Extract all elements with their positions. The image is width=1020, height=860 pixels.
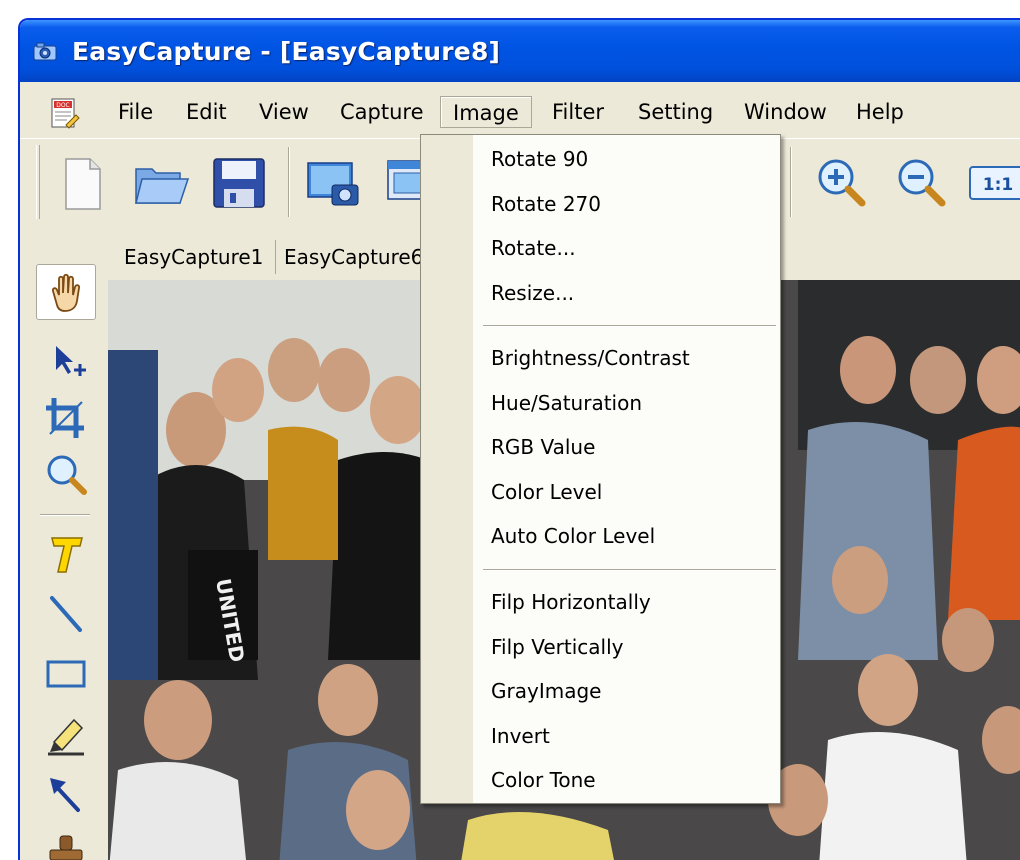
- app-icon[interactable]: [32, 40, 60, 64]
- tool-palette: [20, 224, 106, 860]
- menu-image[interactable]: Image: [440, 96, 532, 128]
- menu-edit[interactable]: Edit: [174, 96, 239, 128]
- menu-item-grayimage[interactable]: GrayImage: [473, 671, 780, 711]
- capture-screen-icon[interactable]: [302, 153, 364, 213]
- menu-item-hue-saturation[interactable]: Hue/Saturation: [473, 383, 780, 423]
- crop-icon[interactable]: [36, 390, 96, 446]
- arrow-tool-icon[interactable]: [36, 766, 96, 822]
- image-menu-dropdown: Rotate 90 Rotate 270 Rotate... Resize... Bri…: [420, 134, 781, 804]
- menu-item-color-level[interactable]: Color Level: [473, 472, 780, 512]
- menu-item-filp-horizontally[interactable]: Filp Horizontally: [473, 582, 780, 622]
- toolbar-grip[interactable]: [36, 145, 40, 219]
- title-bar[interactable]: EasyCapture - [EasyCapture8]: [20, 20, 1020, 82]
- open-folder-icon[interactable]: [130, 153, 192, 213]
- palette-separator: [40, 514, 90, 516]
- menu-item-resize[interactable]: Resize...: [473, 273, 780, 313]
- toolbar-separator: [790, 147, 792, 217]
- toolbar-separator: [288, 147, 290, 217]
- doc-tab-easycapture1[interactable]: EasyCapture1: [112, 240, 277, 274]
- menu-bar: DOC File Edit View Capture Image Filter Settin…: [20, 82, 1020, 138]
- rectangle-tool-icon[interactable]: [36, 646, 96, 702]
- window-title: EasyCapture - [EasyCapture8]: [72, 37, 501, 66]
- hand-tool-button[interactable]: [36, 264, 96, 320]
- menu-help[interactable]: Help: [844, 96, 916, 128]
- line-tool-icon[interactable]: [36, 586, 96, 642]
- menu-separator: [483, 325, 776, 327]
- document-menu-icon[interactable]: DOC: [48, 97, 80, 131]
- menu-filter[interactable]: Filter: [540, 96, 616, 128]
- menu-item-invert[interactable]: Invert: [473, 716, 780, 756]
- menu-setting[interactable]: Setting: [626, 96, 725, 128]
- menu-item-rotate-270[interactable]: Rotate 270: [473, 184, 780, 224]
- new-document-icon[interactable]: [50, 153, 112, 213]
- menu-item-rotate[interactable]: Rotate...: [473, 228, 780, 268]
- highlighter-icon[interactable]: [36, 706, 96, 762]
- hand-icon: [51, 273, 81, 312]
- zoom-in-icon[interactable]: [810, 153, 872, 213]
- menu-icon-strip: [421, 135, 473, 803]
- move-select-icon[interactable]: [36, 334, 96, 390]
- menu-item-rgb-value[interactable]: RGB Value: [473, 427, 780, 467]
- magnifier-icon[interactable]: [36, 446, 96, 502]
- menu-capture[interactable]: Capture: [328, 96, 436, 128]
- menu-item-brightness-contrast[interactable]: Brightness/Contrast: [473, 338, 780, 378]
- save-disk-icon[interactable]: [208, 153, 270, 213]
- menu-window[interactable]: Window: [732, 96, 839, 128]
- text-tool-icon[interactable]: [36, 526, 96, 582]
- menu-item-color-tone[interactable]: Color Tone: [473, 760, 780, 800]
- menu-item-filp-vertically[interactable]: Filp Vertically: [473, 627, 780, 667]
- actual-size-icon[interactable]: 1:1: [966, 153, 1020, 213]
- stamp-icon[interactable]: [36, 826, 96, 860]
- zoom-out-icon[interactable]: [890, 153, 952, 213]
- doc-tab-easycapture6[interactable]: EasyCapture6: [272, 240, 437, 274]
- menu-item-auto-color-level[interactable]: Auto Color Level: [473, 516, 780, 556]
- menu-view[interactable]: View: [247, 96, 321, 128]
- actual-size-label: 1:1: [983, 175, 1013, 195]
- menu-separator: [483, 569, 776, 571]
- menu-file[interactable]: File: [106, 96, 165, 128]
- svg-text:DOC: DOC: [56, 102, 70, 109]
- menu-item-rotate-90[interactable]: Rotate 90: [473, 139, 780, 179]
